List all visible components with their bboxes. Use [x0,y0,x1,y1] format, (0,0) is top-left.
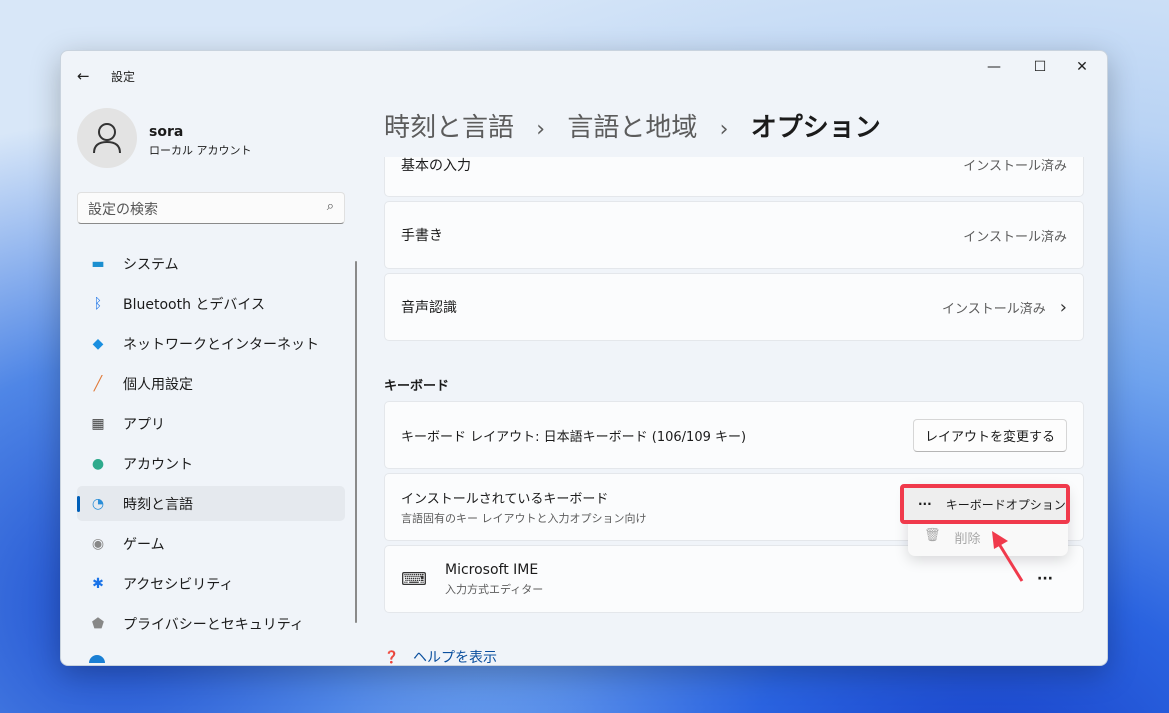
content-area: 基本の入力 インストール済み 手書き インストール済み 音声認識 インストール済… [384,157,1084,657]
installed-keyboards-subtitle: 言語固有のキー レイアウトと入力オプション向け [401,512,647,525]
back-button[interactable]: ← [77,67,90,85]
sidebar-item-label: システム [123,256,179,273]
keyboard-layout-label: キーボード レイアウト: 日本語キーボード (106/109 キー) [401,429,747,445]
gamepad-icon: ◉ [91,535,105,552]
change-layout-button[interactable]: レイアウトを変更する [912,418,1067,452]
sidebar-item-bluetooth[interactable]: ᛒ Bluetooth とデバイス [77,286,345,321]
sidebar-scrollbar[interactable] [355,261,357,623]
sidebar-item-label: ゲーム [123,536,165,553]
breadcrumb: 時刻と言語 › 言語と地域 › オプション [384,107,881,144]
system-icon: ▬ [91,255,105,272]
feature-status: インストール済み [963,159,1067,174]
feature-status: インストール済み [942,301,1046,317]
search-input[interactable]: 設定の検索 ⌕ [77,192,345,224]
keyboard-icon: ⌨ [401,568,427,590]
page-title: オプション [750,113,881,143]
wifi-icon: ◆ [92,335,104,352]
annotation-arrow-icon [992,531,1024,582]
sidebar-item-label: アクセシビリティ [123,576,234,593]
feature-label: 音声認識 [401,300,457,316]
keyboard-section-title: キーボード [384,379,450,394]
apps-icon: ▦ [91,415,105,432]
sidebar-item-brush[interactable]: ╱ 個人用設定 [77,366,345,401]
trash-icon: 🗑 [924,528,941,543]
sidebar-item-label: プライバシーとセキュリティ [123,616,304,633]
sidebar-item-account[interactable]: ● アカウント [77,446,345,481]
sidebar-item-wifi[interactable]: ◆ ネットワークとインターネット [77,326,345,361]
sidebar-item-system[interactable]: ▬ システム [77,246,345,281]
search-icon: ⌕ [326,199,334,214]
keyboard-layout-card: キーボード レイアウト: 日本語キーボード (106/109 キー) レイアウト… [384,401,1084,469]
ime-name: Microsoft IME [444,561,539,578]
time-language-icon: ◔ [91,495,105,512]
shield-icon: ⬟ [91,615,105,632]
help-label: ヘルプを表示 [412,650,497,666]
settings-window: ← 設定 — ☐ ✕ sora ローカル アカウント 設定の検索 ⌕ ▬ システム… [60,50,1108,666]
sidebar-item-label: 時刻と言語 [123,496,193,513]
window-title: 設定 [111,70,136,84]
menu-item-remove[interactable]: 🗑 削除 [924,528,981,547]
close-button[interactable]: ✕ [1059,51,1105,83]
feature-basic-input: 基本の入力 インストール済み [384,157,1084,197]
sidebar-item-apps[interactable]: ▦ アプリ [77,406,345,441]
sidebar-item-gamepad[interactable]: ◉ ゲーム [77,526,345,561]
help-link[interactable]: ❓ ヘルプを表示 [384,647,497,667]
breadcrumb-separator: › [719,117,729,142]
brush-icon: ╱ [93,375,103,392]
minimize-button[interactable]: — [971,51,1017,83]
windows-update-icon [89,655,105,663]
user-icon [93,123,121,154]
sidebar-item-shield[interactable]: ⬟ プライバシーとセキュリティ [77,606,345,641]
feature-label: 手書き [401,228,443,244]
feature-label: 基本の入力 [401,158,471,174]
feature-handwriting: 手書き インストール済み [384,201,1084,269]
sidebar-item-label: ネットワークとインターネット [123,336,319,353]
avatar[interactable] [77,108,137,168]
selection-indicator [77,496,80,512]
sidebar-item-label: アプリ [123,416,165,433]
sidebar-item-time-language[interactable]: ◔ 時刻と言語 [77,486,345,521]
breadcrumb-language-region[interactable]: 言語と地域 [567,113,697,143]
help-icon: ❓ [384,650,399,664]
feature-speech[interactable]: 音声認識 インストール済み › [384,273,1084,341]
ime-more-button[interactable]: ··· [1037,571,1053,587]
accessibility-icon: ✱ [92,575,104,592]
breadcrumb-time-language[interactable]: 時刻と言語 [384,113,514,143]
breadcrumb-separator: › [536,117,546,142]
search-placeholder: 設定の検索 [88,202,158,218]
bluetooth-icon: ᛒ [93,295,103,312]
sidebar-item-accessibility[interactable]: ✱ アクセシビリティ [77,566,345,601]
sidebar-item-label: 個人用設定 [123,376,193,393]
account-icon: ● [91,455,105,472]
sidebar-item-label: アカウント [123,456,193,473]
maximize-button[interactable]: ☐ [1017,51,1063,83]
remove-label: 削除 [954,532,981,547]
installed-keyboards-title: インストールされているキーボード [401,492,609,507]
chevron-right-icon: › [1059,296,1067,318]
account-type: ローカル アカウント [149,144,252,157]
user-name: sora [149,124,184,140]
menu-item-keyboard-options[interactable]: ··· キーボードオプション [900,484,1070,524]
ime-subtitle: 入力方式エディター [444,582,544,596]
feature-status: インストール済み [963,229,1067,245]
keyboard-options-label: キーボードオプション [945,497,1066,512]
more-icon: ··· [918,497,932,511]
sidebar-item-label: Bluetooth とデバイス [123,296,265,313]
